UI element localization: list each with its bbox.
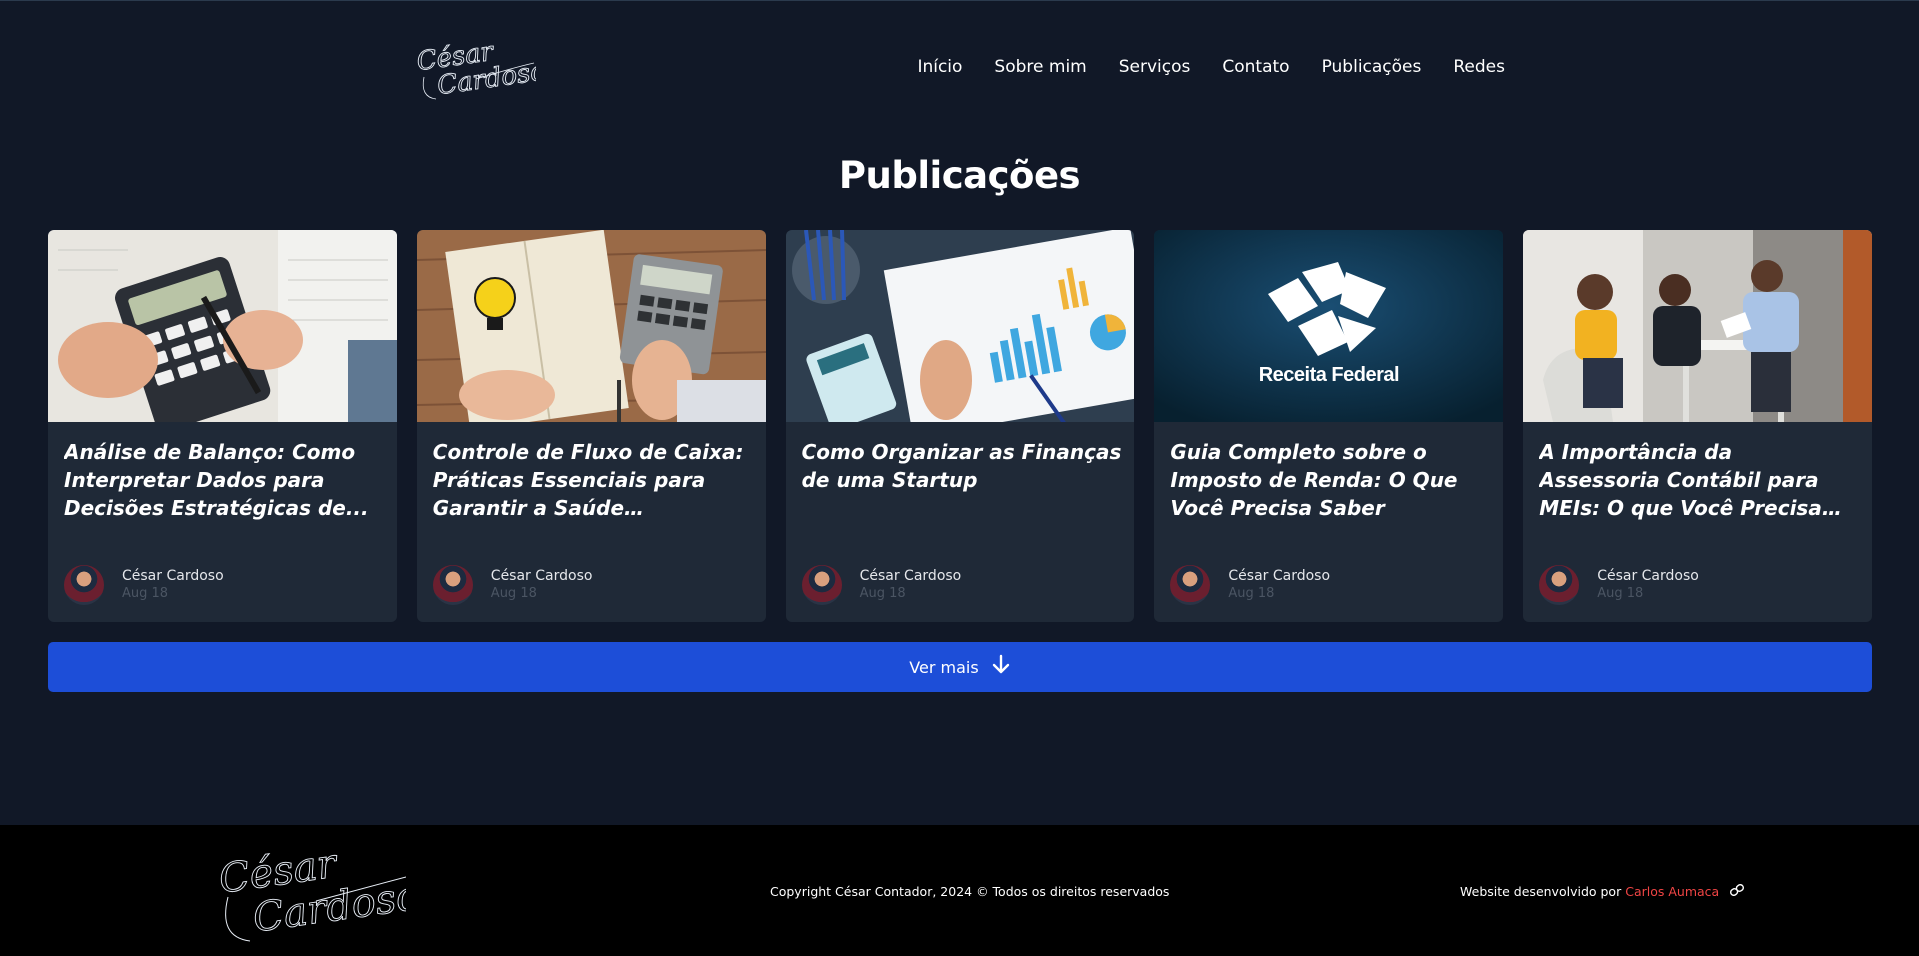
post-image-finance-charts — [785, 230, 1135, 422]
ver-mais-label: Ver mais — [909, 657, 979, 677]
post-card[interactable]: Receita Federal Guia Completo sobre o Im… — [1154, 230, 1504, 622]
nav-item-publicacoes[interactable]: Publicações — [1322, 57, 1422, 77]
post-title[interactable]: Análise de Balanço: Como Interpretar Dad… — [64, 438, 384, 522]
author-name: César Cardoso — [122, 568, 224, 584]
post-image-calculator — [48, 230, 397, 422]
main-nav: Início Sobre mim Serviços Contato Public… — [917, 57, 1505, 77]
avatar — [432, 565, 473, 605]
footer-logo[interactable]: César Cardoso — [216, 840, 424, 945]
author-name: César Cardoso — [1597, 568, 1699, 584]
footer-credit: Website desenvolvido por Carlos Aumaca — [1460, 884, 1745, 899]
post-title[interactable]: Controle de Fluxo de Caixa: Práticas Ess… — [433, 438, 753, 522]
post-title[interactable]: Guia Completo sobre o Imposto de Renda: … — [1170, 438, 1490, 522]
author-name: César Cardoso — [490, 568, 593, 584]
post-card[interactable]: Como Organizar as Finanças de uma Startu… — [785, 230, 1135, 622]
avatar — [801, 565, 842, 605]
post-author: César Cardoso Aug 18 — [432, 565, 593, 605]
post-author: César Cardoso Aug 18 — [1539, 565, 1699, 605]
link-icon[interactable] — [1729, 884, 1745, 899]
post-image-receita-federal: Receita Federal — [1154, 230, 1504, 422]
nav-item-contato[interactable]: Contato — [1222, 57, 1289, 77]
post-author: César Cardoso Aug 18 — [801, 565, 962, 605]
arrow-down-icon — [991, 654, 1011, 680]
credit-link[interactable]: Carlos Aumaca — [1625, 884, 1719, 899]
credit-prefix: Website desenvolvido por — [1460, 884, 1622, 899]
site-logo[interactable]: César Cardoso — [414, 36, 548, 105]
post-date: Aug 18 — [859, 586, 906, 601]
posts-list: Análise de Balanço: Como Interpretar Dad… — [48, 230, 1872, 622]
post-image-meeting — [1523, 230, 1872, 422]
nav-item-sobre-mim[interactable]: Sobre mim — [994, 57, 1086, 77]
post-card[interactable]: Controle de Fluxo de Caixa: Práticas Ess… — [416, 230, 766, 622]
author-name: César Cardoso — [1228, 568, 1331, 584]
post-title[interactable]: A Importância da Assessoria Contábil par… — [1539, 438, 1859, 522]
receita-federal-label: Receita Federal — [1258, 364, 1400, 386]
post-author: César Cardoso Aug 18 — [64, 565, 224, 605]
avatar — [1539, 565, 1580, 605]
nav-item-servicos[interactable]: Serviços — [1119, 57, 1191, 77]
post-date: Aug 18 — [122, 586, 169, 601]
ver-mais-button[interactable]: Ver mais — [48, 642, 1872, 692]
post-date: Aug 18 — [1597, 586, 1644, 601]
site-header: César Cardoso Início Sobre mim Serviços … — [0, 1, 1919, 137]
post-date: Aug 18 — [490, 586, 537, 601]
post-date: Aug 18 — [1228, 586, 1275, 601]
nav-item-redes[interactable]: Redes — [1453, 57, 1505, 77]
nav-item-inicio[interactable]: Início — [917, 57, 962, 77]
post-author: César Cardoso Aug 18 — [1170, 565, 1330, 605]
avatar — [1170, 565, 1211, 605]
footer-copyright: Copyright César Contador, 2024 © Todos o… — [770, 884, 1170, 899]
post-card[interactable]: Análise de Balanço: Como Interpretar Dad… — [48, 230, 397, 622]
avatar — [64, 565, 104, 605]
post-card[interactable]: A Importância da Assessoria Contábil par… — [1523, 230, 1872, 622]
author-name: César Cardoso — [859, 568, 962, 584]
post-title[interactable]: Como Organizar as Finanças de uma Startu… — [802, 438, 1122, 494]
post-image-notebook-lightbulb — [416, 230, 766, 422]
page-title: Publicações — [838, 154, 1081, 197]
